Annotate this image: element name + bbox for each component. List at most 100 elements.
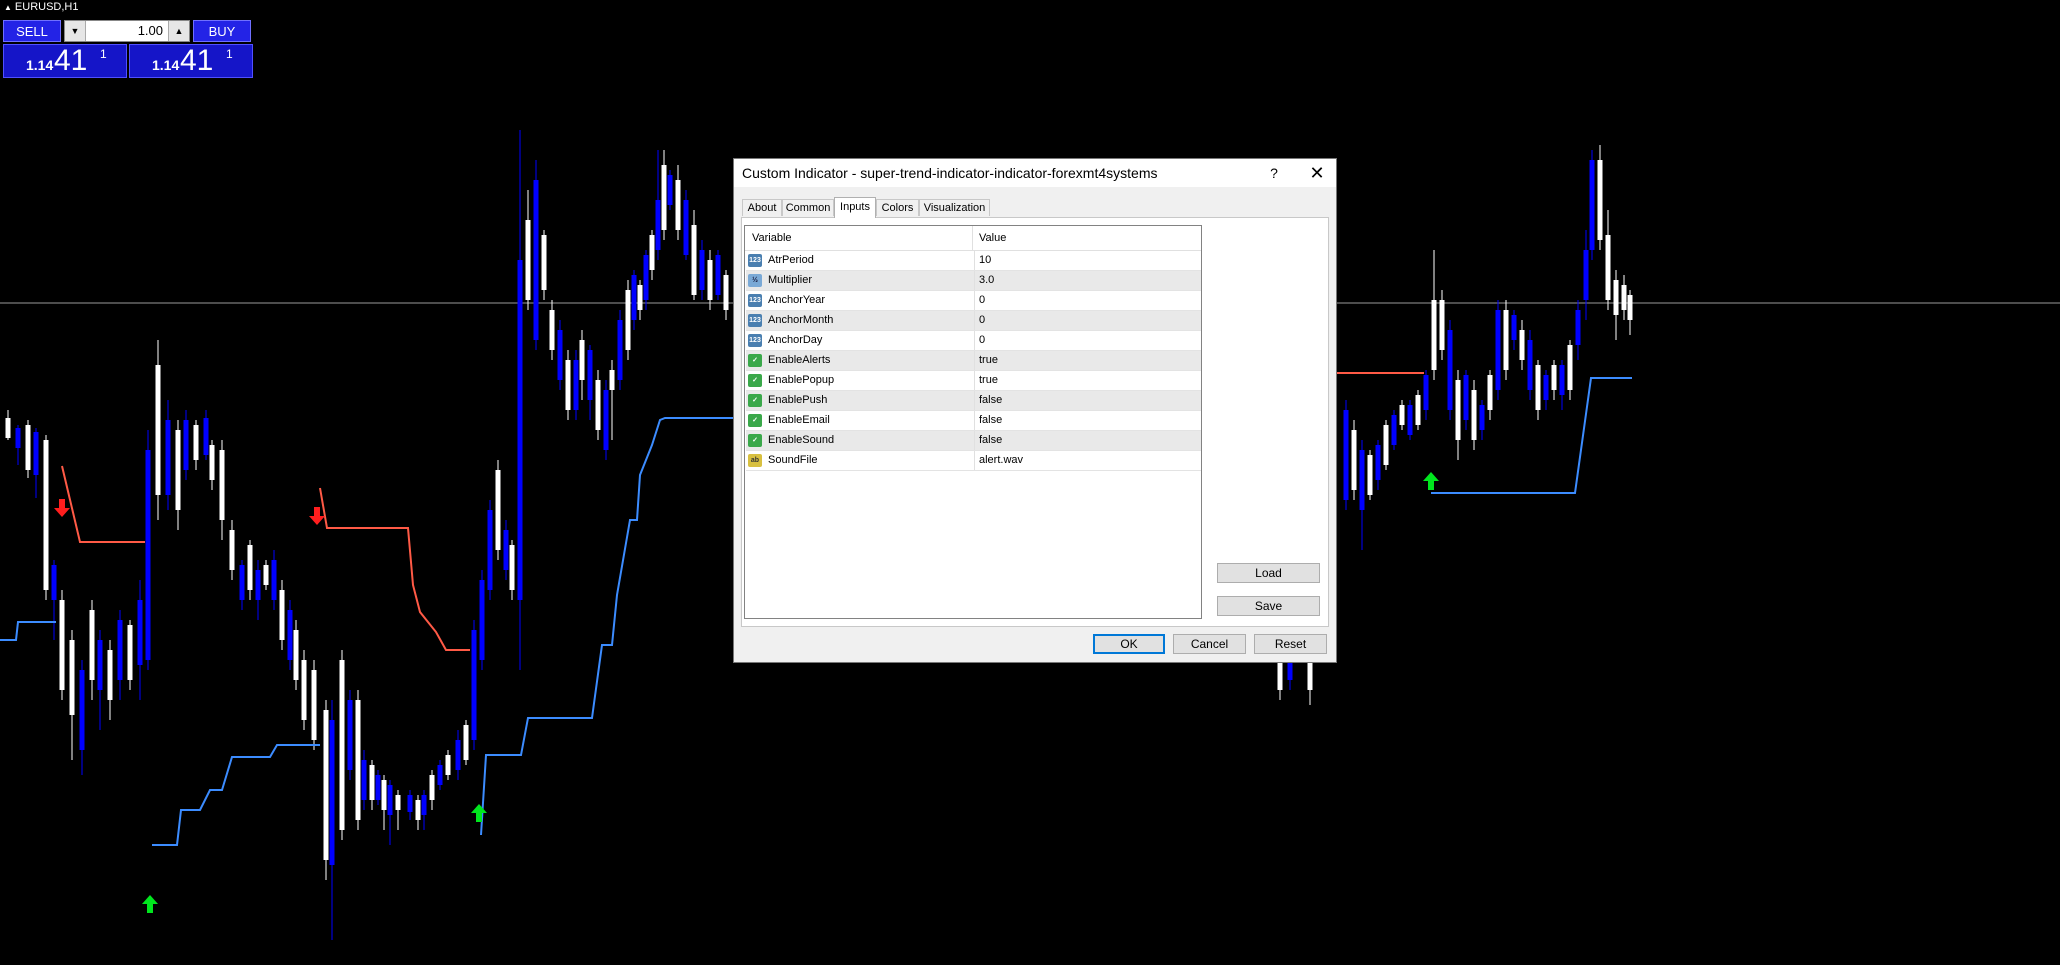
candle-body bbox=[51, 565, 57, 600]
int-icon: 123 bbox=[748, 314, 762, 327]
value-cell[interactable]: 10 bbox=[974, 251, 1201, 270]
grid-row-anchoryear[interactable]: 123 AnchorYear 0 bbox=[746, 291, 1201, 311]
column-header-value[interactable]: Value bbox=[974, 226, 1006, 250]
candle-body bbox=[1543, 375, 1549, 400]
value-cell[interactable]: false bbox=[974, 391, 1201, 410]
candle-body bbox=[165, 420, 171, 495]
candle-body bbox=[675, 180, 681, 230]
candle-body bbox=[603, 390, 609, 450]
value-cell[interactable]: alert.wav bbox=[974, 451, 1201, 470]
cancel-button[interactable]: Cancel bbox=[1173, 634, 1246, 654]
candle-body bbox=[1503, 310, 1509, 370]
candle-body bbox=[699, 250, 705, 290]
buy-price[interactable]: 1.14 41 1 bbox=[129, 44, 253, 78]
candle-body bbox=[107, 650, 113, 700]
collapse-triangle-icon[interactable]: ▲ bbox=[4, 3, 12, 12]
lot-increase-icon[interactable]: ▲ bbox=[168, 21, 189, 41]
grid-row-enablesound[interactable]: ✓ EnableSound false bbox=[746, 431, 1201, 451]
candle-body bbox=[407, 795, 413, 812]
candle-body bbox=[445, 755, 451, 775]
grid-row-anchormonth[interactable]: 123 AnchorMonth 0 bbox=[746, 311, 1201, 331]
candle-body bbox=[1423, 375, 1429, 410]
candle-body bbox=[1583, 250, 1589, 300]
grid-row-multiplier[interactable]: ½ Multiplier 3.0 bbox=[746, 271, 1201, 291]
value-cell[interactable]: true bbox=[974, 351, 1201, 370]
candle-body bbox=[667, 175, 673, 205]
bool-icon: ✓ bbox=[748, 394, 762, 407]
help-icon[interactable]: ? bbox=[1262, 159, 1286, 187]
candle-body bbox=[715, 255, 721, 295]
candle-body bbox=[595, 380, 601, 430]
candle-body bbox=[1597, 160, 1603, 240]
string-icon: ab bbox=[748, 454, 762, 467]
candle-body bbox=[661, 165, 667, 230]
arrow-up-icon bbox=[142, 895, 158, 913]
grid-row-soundfile[interactable]: ab SoundFile alert.wav bbox=[746, 451, 1201, 471]
candle-body bbox=[533, 180, 539, 340]
candle-body bbox=[229, 530, 235, 570]
value-cell[interactable]: 0 bbox=[974, 331, 1201, 350]
tab-common[interactable]: Common bbox=[782, 199, 834, 216]
candle-body bbox=[1407, 405, 1413, 435]
candle-body bbox=[1559, 365, 1565, 395]
grid-row-enableemail[interactable]: ✓ EnableEmail false bbox=[746, 411, 1201, 431]
ok-button[interactable]: OK bbox=[1093, 634, 1165, 654]
sell-price[interactable]: 1.14 41 1 bbox=[3, 44, 127, 78]
value-cell[interactable]: 0 bbox=[974, 291, 1201, 310]
buy-button[interactable]: BUY bbox=[193, 20, 251, 42]
candle-body bbox=[219, 450, 225, 520]
candle-body bbox=[1589, 160, 1595, 250]
grid-row-enablepopup[interactable]: ✓ EnablePopup true bbox=[746, 371, 1201, 391]
candle-body bbox=[1431, 300, 1437, 370]
tab-inputs[interactable]: Inputs bbox=[834, 197, 876, 218]
sell-button[interactable]: SELL bbox=[3, 20, 61, 42]
close-icon[interactable]: ✕ bbox=[1302, 159, 1332, 187]
value-cell[interactable]: false bbox=[974, 431, 1201, 450]
grid-row-enablealerts[interactable]: ✓ EnableAlerts true bbox=[746, 351, 1201, 371]
candle-body bbox=[1495, 310, 1501, 390]
value-cell[interactable]: 3.0 bbox=[974, 271, 1201, 290]
candle-body bbox=[209, 445, 215, 480]
reset-button[interactable]: Reset bbox=[1254, 634, 1327, 654]
candle-body bbox=[89, 610, 95, 680]
candle-body bbox=[1613, 280, 1619, 315]
load-button[interactable]: Load bbox=[1217, 563, 1320, 583]
bool-icon: ✓ bbox=[748, 414, 762, 427]
candle-body bbox=[239, 565, 245, 600]
candle-body bbox=[1551, 365, 1557, 390]
dialog-titlebar[interactable]: Custom Indicator - super-trend-indicator… bbox=[734, 159, 1336, 187]
candle-body bbox=[1351, 430, 1357, 490]
candle-body bbox=[311, 670, 317, 740]
bool-icon: ✓ bbox=[748, 354, 762, 367]
column-header-variable[interactable]: Variable bbox=[745, 226, 973, 250]
tab-visualization[interactable]: Visualization bbox=[919, 199, 990, 216]
supertrend-up-line-1 bbox=[0, 621, 56, 641]
grid-row-atrperiod[interactable]: 123 AtrPeriod 10 bbox=[746, 251, 1201, 271]
supertrend-up-line-4 bbox=[1431, 377, 1632, 494]
arrow-down-icon bbox=[309, 507, 325, 525]
candle-body bbox=[655, 200, 661, 250]
lot-decrease-icon[interactable]: ▼ bbox=[65, 21, 86, 41]
int-icon: 123 bbox=[748, 254, 762, 267]
grid-row-enablepush[interactable]: ✓ EnablePush false bbox=[746, 391, 1201, 411]
dialog-title: Custom Indicator - super-trend-indicator… bbox=[742, 165, 1158, 181]
candle-body bbox=[329, 720, 335, 865]
candle-body bbox=[1463, 375, 1469, 420]
int-icon: 123 bbox=[748, 334, 762, 347]
candle-body bbox=[625, 290, 631, 350]
tab-about[interactable]: About bbox=[742, 199, 782, 216]
tab-colors[interactable]: Colors bbox=[876, 199, 919, 216]
value-cell[interactable]: 0 bbox=[974, 311, 1201, 330]
candle-body bbox=[127, 625, 133, 680]
lot-size-input[interactable]: 1.00 bbox=[138, 21, 163, 41]
candle-body bbox=[631, 275, 637, 320]
value-cell[interactable]: false bbox=[974, 411, 1201, 430]
value-cell[interactable]: true bbox=[974, 371, 1201, 390]
save-button[interactable]: Save bbox=[1217, 596, 1320, 616]
grid-row-anchorday[interactable]: 123 AnchorDay 0 bbox=[746, 331, 1201, 351]
custom-indicator-dialog: Custom Indicator - super-trend-indicator… bbox=[733, 158, 1337, 663]
lot-size-stepper[interactable]: ▼ 1.00 ▲ bbox=[64, 20, 190, 42]
inputs-grid: Variable Value 123 AtrPeriod 10 ½ Multip… bbox=[744, 225, 1202, 619]
candle-body bbox=[707, 260, 713, 300]
candle-body bbox=[183, 420, 189, 470]
